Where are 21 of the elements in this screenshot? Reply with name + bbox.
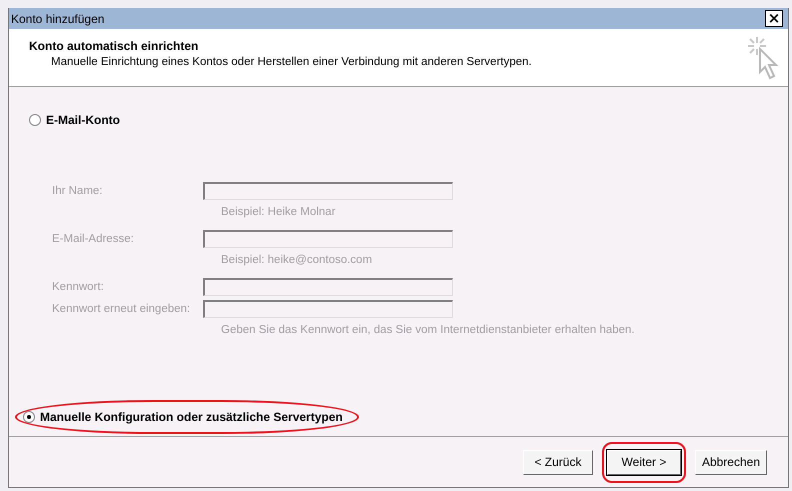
- field-label: Kennwort:: [52, 281, 105, 293]
- dialog-button[interactable]: Abbrechen: [694, 450, 767, 474]
- radio-icon: [23, 411, 35, 423]
- window-title: Konto hinzufügen: [11, 12, 104, 26]
- field-label: Kennwort erneut eingeben:: [52, 303, 192, 315]
- field-label: E-Mail-Adresse:: [52, 233, 135, 245]
- option-label: E-Mail-Konto: [46, 113, 120, 127]
- cursor-sparkle-icon: [747, 36, 781, 80]
- radio-option[interactable]: E-Mail-Konto: [21, 103, 128, 137]
- hint-text: Beispiel: Heike Molnar: [220, 205, 336, 218]
- radio-option[interactable]: Manuelle Konfiguration oder zusätzliche Servertypen: [15, 400, 359, 434]
- dialog-button[interactable]: < Zurück: [522, 450, 593, 474]
- hint-text: Geben Sie das Kennwort ein, das Sie vom Internetdienstanbieter erhalten haben.: [220, 323, 635, 336]
- header-subtitle: Manuelle Einrichtung eines Kontos oder Herstellen einer Verbindung mit anderen Servertypen.: [50, 56, 532, 68]
- close-button[interactable]: ×: [765, 10, 783, 27]
- header-title: Konto automatisch einrichten: [29, 39, 200, 53]
- option-label: Manuelle Konfiguration oder zusätzliche Servertypen: [40, 410, 343, 424]
- dialog-button[interactable]: Weiter >: [606, 450, 681, 474]
- hint-text: Beispiel: heike@contoso.com: [220, 253, 372, 266]
- field-label: Ihr Name:: [52, 185, 104, 197]
- radio-icon: [29, 114, 41, 126]
